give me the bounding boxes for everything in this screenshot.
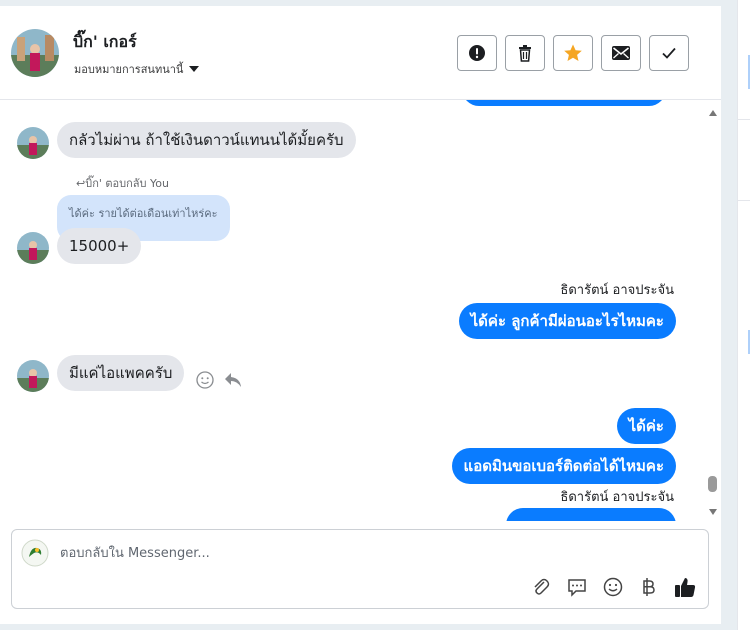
outgoing-message[interactable]: แอดมินขอเบอร์ติดต่อได้ไหมคะ [451,448,676,484]
star-icon [564,44,582,61]
mail-icon [612,46,630,60]
check-icon [662,47,676,59]
mark-done-button[interactable] [649,35,689,71]
incoming-message[interactable]: กลัวไม่ผ่าน ถ้าใช้เงินดาวน์แทนนได้มั้ยคร… [57,122,356,158]
contact-name: บิ๊ก' เกอร์ [73,32,137,51]
paperclip-icon [534,578,550,595]
outgoing-message-partial[interactable] [506,508,676,521]
star-button[interactable] [553,35,593,71]
outgoing-message[interactable]: ได้ค่ะ [616,408,676,444]
composer-tools [530,576,696,598]
smiley-icon [603,577,623,597]
alert-icon [469,45,485,61]
baht-icon [643,578,655,596]
mark-unread-button[interactable] [601,35,641,71]
page-avatar [21,539,49,567]
emoji-button[interactable] [602,576,624,598]
saved-replies-button[interactable] [566,576,588,598]
reply-indicator: ↩บิ๊ก' ตอบกลับ You [76,174,169,192]
incoming-message[interactable]: มีแค่ไอแพคครับ [57,355,185,391]
conversation-header: บิ๊ก' เกอร์ มอบหมายการสนทนานี้ [0,6,721,100]
panel-divider [738,200,750,201]
outgoing-message[interactable]: ได้ค่ะ ลูกค้ามีผ่อนอะไรไหมคะ [458,303,676,339]
delete-button[interactable] [505,35,545,71]
incoming-message[interactable]: 15000+ [57,228,142,264]
contact-avatar-small[interactable] [17,127,49,159]
like-button[interactable] [674,576,696,598]
panel-divider [738,119,750,120]
reply-arrow-icon: ↩ [76,177,86,190]
payment-button[interactable] [638,576,660,598]
contact-avatar-small[interactable] [17,232,49,264]
attach-button[interactable] [530,576,552,598]
reply-icon[interactable] [224,372,242,388]
outgoing-message-partial[interactable] [462,100,666,106]
message-thread[interactable]: กลัวไม่ผ่าน ถ้าใช้เงินดาวน์แทนนได้มั้ยคร… [0,100,721,521]
right-side-panel-edge [737,0,750,630]
sender-name: ธิดารัตน์ อาจประจัน [560,490,674,505]
scroll-down-arrow-icon[interactable] [709,509,717,515]
contact-avatar-small[interactable] [17,360,49,392]
thread-scrollbar[interactable] [707,100,719,521]
reply-indicator-text: บิ๊ก' ตอบกลับ You [85,177,169,190]
message-hover-actions [196,371,242,389]
sender-name: ธิดารัตน์ อาจประจัน [560,283,674,298]
react-emoji-icon[interactable] [196,371,214,389]
assign-label: มอบหมายการสนทนานี้ [74,63,184,76]
header-actions [457,35,689,71]
trash-icon [519,45,531,62]
scrollbar-thumb[interactable] [708,476,717,492]
mark-spam-button[interactable] [457,35,497,71]
contact-avatar[interactable] [11,29,59,77]
caret-down-icon [189,66,200,72]
assign-conversation-dropdown[interactable]: มอบหมายการสนทนานี้ [74,60,200,78]
reply-input[interactable] [60,542,660,564]
scroll-up-arrow-icon[interactable] [709,110,717,116]
conversation-panel: บิ๊ก' เกอร์ มอบหมายการสนทนานี้ กลัวไม่ผ่… [0,6,721,624]
thumbs-up-icon [675,578,696,597]
message-composer [11,529,709,609]
chat-bubble-icon [568,579,586,597]
